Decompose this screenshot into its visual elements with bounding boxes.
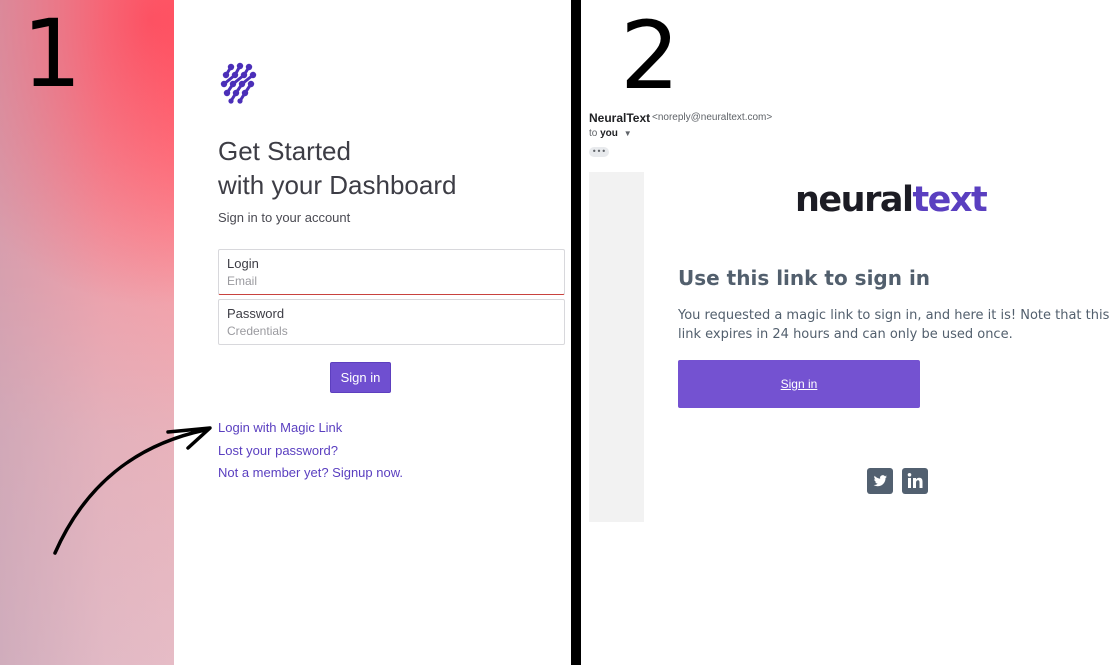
email-view: NeuralText <noreply@neuraltext.com> to y… (581, 96, 1120, 546)
sender-email: <noreply@neuraltext.com> (652, 112, 773, 123)
login-field[interactable]: Login (218, 249, 565, 295)
signup-link[interactable]: Not a member yet? Signup now. (218, 465, 403, 480)
brand-logo: neuraltext (795, 180, 988, 220)
email-input[interactable] (227, 274, 547, 288)
email-heading: Use this link to sign in (678, 266, 931, 290)
arrow-icon (53, 426, 212, 555)
subtitle: Sign in to your account (218, 210, 351, 225)
password-label: Password (227, 306, 285, 321)
login-label: Login (227, 256, 259, 271)
brand-part-1: neural (795, 180, 914, 220)
sender-name: NeuralText (589, 111, 651, 125)
panel-divider-top (577, 0, 581, 96)
step-number-2: 2 (620, 2, 680, 111)
password-field[interactable]: Password (218, 299, 565, 345)
recipient-line[interactable]: to you ▼ (589, 128, 632, 139)
title-line-2: with your Dashboard (218, 170, 457, 200)
title-line-1: Get Started (218, 136, 351, 166)
linkedin-icon[interactable] (902, 468, 928, 494)
password-input[interactable] (227, 324, 547, 338)
twitter-icon[interactable] (867, 468, 893, 494)
panel-divider (571, 0, 581, 665)
login-panel: Get Started with your Dashboard Sign in … (174, 0, 571, 665)
email-sidebar (589, 172, 644, 522)
email-sign-in-button[interactable]: Sign in (678, 360, 920, 408)
more-options-icon[interactable]: ••• (589, 147, 609, 157)
lost-password-link[interactable]: Lost your password? (218, 443, 338, 458)
recipient-name: you (600, 128, 618, 139)
page-title: Get Started with your Dashboard (218, 134, 558, 202)
magic-link-login-link[interactable]: Login with Magic Link (218, 420, 342, 435)
step-number-1: 1 (22, 0, 82, 109)
sign-in-button[interactable]: Sign in (330, 362, 391, 393)
dots-hexagon-logo-icon (220, 62, 257, 104)
caret-down-icon[interactable]: ▼ (624, 129, 632, 138)
email-body: You requested a magic link to sign in, a… (678, 308, 1110, 342)
to-prefix: to (589, 128, 598, 139)
brand-part-2: text (912, 180, 987, 220)
